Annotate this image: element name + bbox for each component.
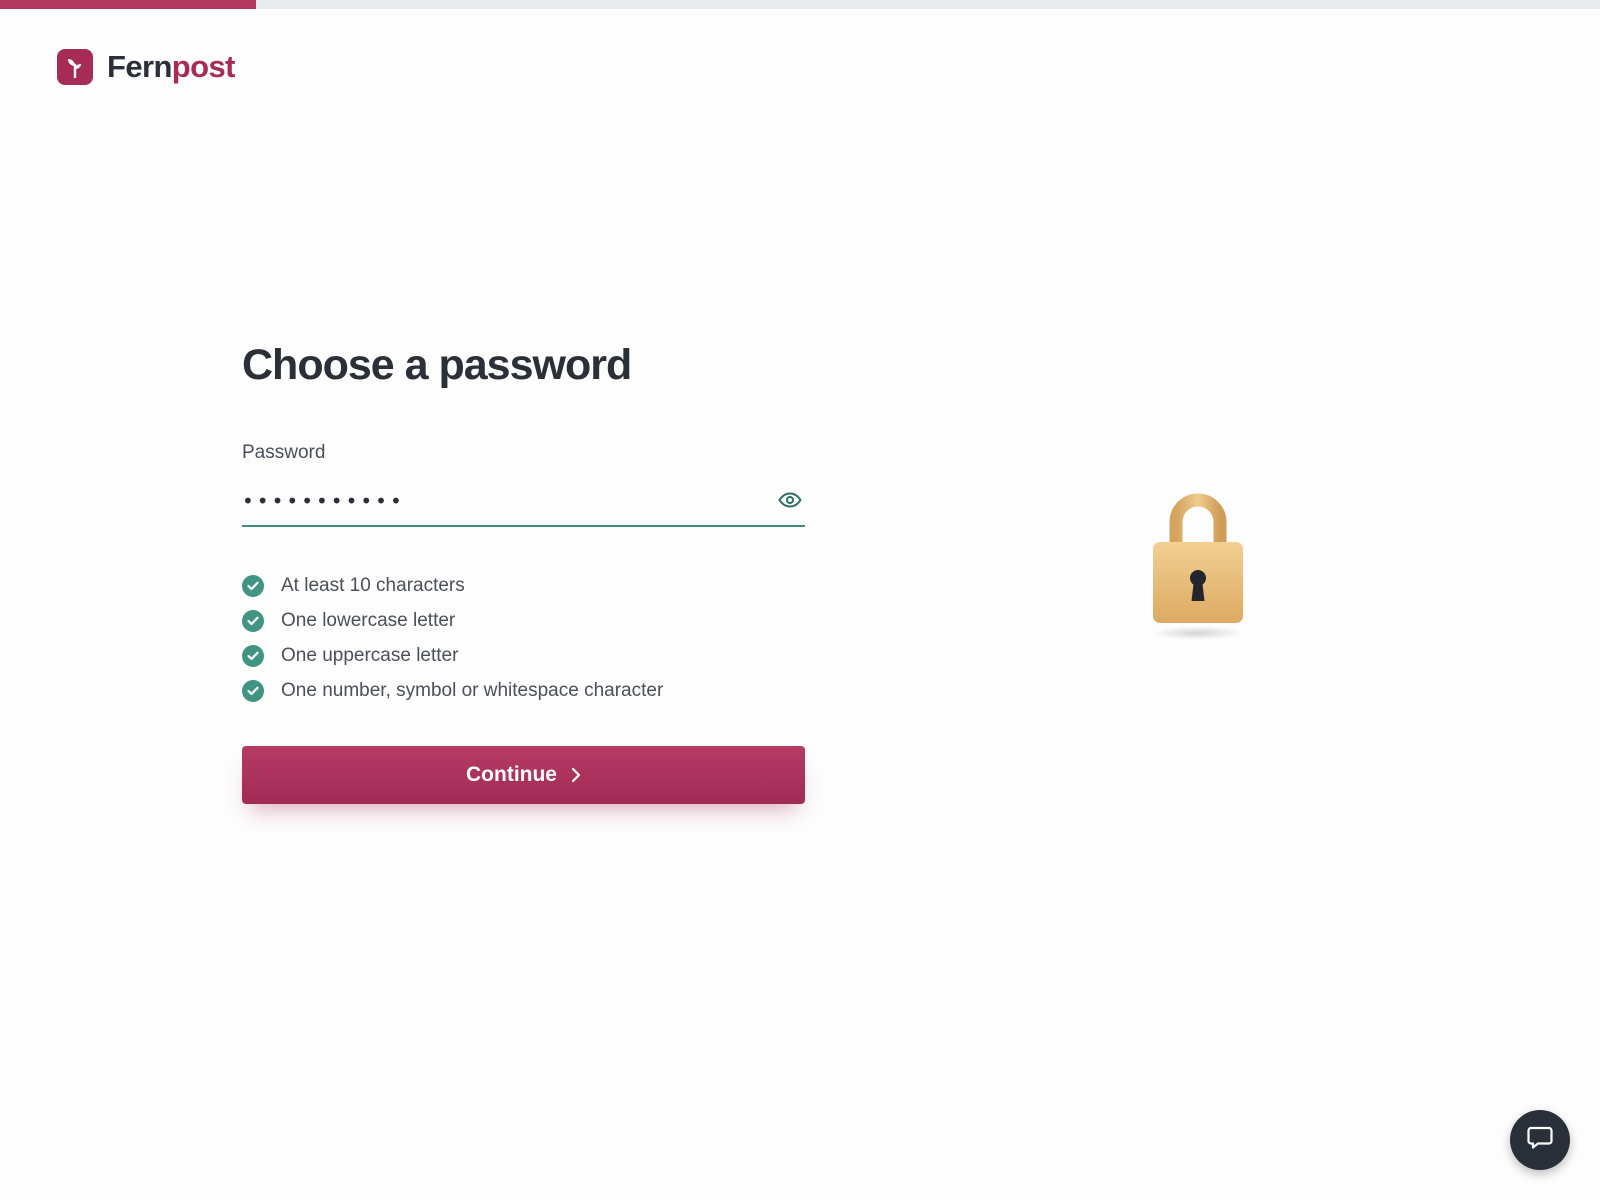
chat-button[interactable] bbox=[1510, 1110, 1570, 1170]
check-circle-icon bbox=[242, 609, 264, 632]
requirement-text: At least 10 characters bbox=[281, 574, 465, 596]
continue-button[interactable]: Continue bbox=[242, 746, 805, 804]
password-form: Choose a password Password At least 10 c… bbox=[242, 335, 805, 804]
brand-name-part2: post bbox=[171, 49, 236, 84]
requirement-item: One uppercase letter bbox=[242, 638, 663, 673]
check-circle-icon bbox=[242, 679, 264, 702]
signup-progress-bar bbox=[0, 0, 1600, 9]
eye-icon[interactable] bbox=[777, 489, 803, 511]
requirement-text: One number, symbol or whitespace charact… bbox=[281, 679, 664, 701]
brand-name-part1: Fern bbox=[107, 49, 172, 84]
requirement-text: One lowercase letter bbox=[281, 609, 456, 631]
password-field bbox=[242, 481, 805, 527]
password-label: Password bbox=[242, 442, 326, 463]
requirement-item: At least 10 characters bbox=[242, 568, 663, 603]
brand-logo[interactable]: Fernpost bbox=[57, 49, 235, 85]
requirement-text: One uppercase letter bbox=[281, 644, 459, 666]
requirement-item: One lowercase letter bbox=[242, 603, 663, 638]
check-circle-icon bbox=[242, 644, 264, 667]
password-input[interactable] bbox=[242, 481, 742, 521]
continue-button-label: Continue bbox=[466, 763, 557, 786]
check-circle-icon bbox=[242, 574, 264, 597]
page-title: Choose a password bbox=[242, 341, 632, 389]
password-requirements: At least 10 characters One lowercase let… bbox=[242, 568, 663, 708]
signup-progress-fill bbox=[0, 0, 256, 9]
sprout-icon bbox=[57, 49, 93, 85]
requirement-item: One number, symbol or whitespace charact… bbox=[242, 673, 663, 708]
padlock-icon bbox=[1146, 492, 1250, 644]
brand-name: Fernpost bbox=[107, 49, 235, 85]
chevron-right-icon bbox=[571, 767, 581, 783]
chat-bubble-icon bbox=[1526, 1125, 1554, 1156]
